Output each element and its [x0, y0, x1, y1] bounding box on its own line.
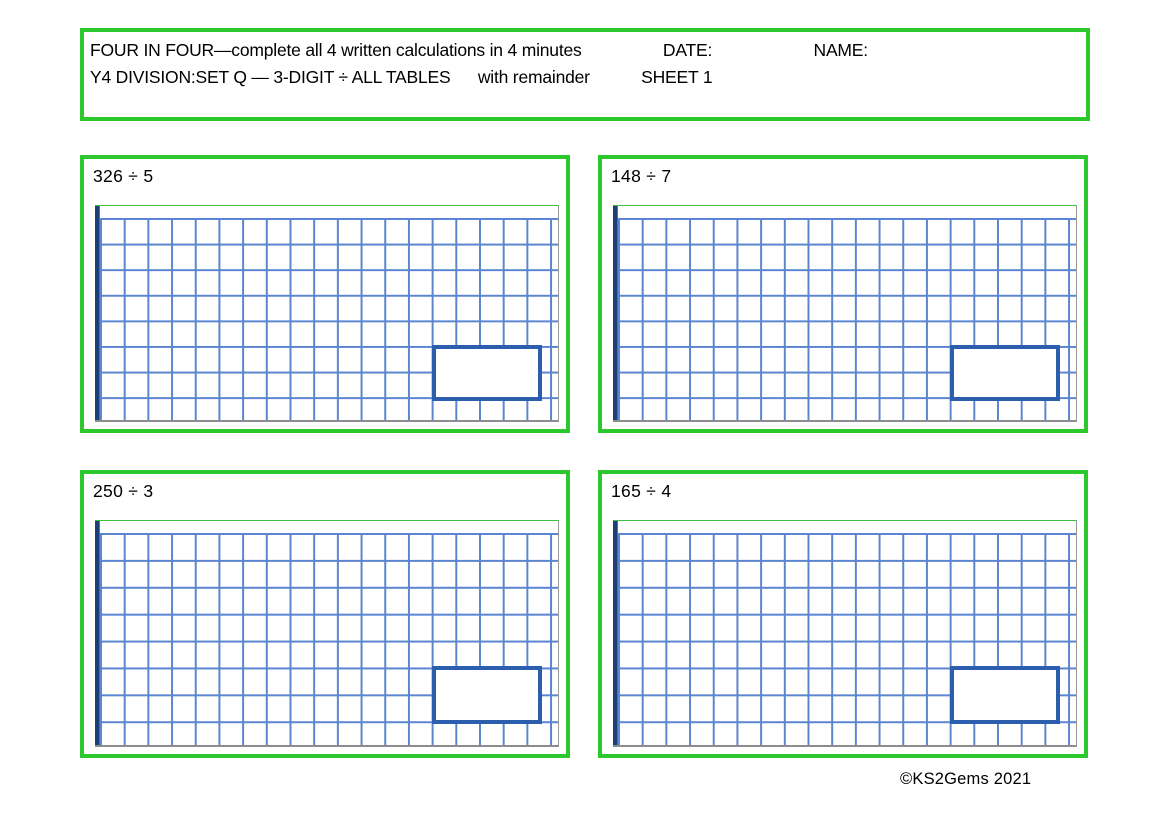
question-label-2: 148 ÷ 7 — [611, 166, 672, 186]
question-panel-2: 148 ÷ 7 — [598, 155, 1088, 433]
working-grid-2[interactable] — [613, 205, 1077, 422]
question-label-3: 250 ÷ 3 — [93, 481, 154, 501]
subject-label: Y4 DIVISION:SET Q — 3-DIGIT ÷ ALL TABLES — [90, 67, 451, 87]
grid-left-rail — [613, 206, 618, 420]
answer-box-3[interactable] — [432, 666, 542, 724]
worksheet-title: FOUR IN FOUR—complete all 4 written calc… — [90, 40, 582, 60]
working-grid-3[interactable] — [95, 520, 559, 747]
answer-box-1[interactable] — [432, 345, 542, 401]
header-banner: FOUR IN FOUR—complete all 4 written calc… — [80, 28, 1090, 121]
question-panel-1: 326 ÷ 5 — [80, 155, 570, 433]
grid-left-rail — [613, 521, 618, 745]
working-grid-1[interactable] — [95, 205, 559, 422]
sheet-number-label: SHEET 1 — [641, 67, 713, 87]
question-panel-4: 165 ÷ 4 — [598, 470, 1088, 758]
date-label: DATE: — [662, 40, 713, 60]
working-grid-4[interactable] — [613, 520, 1077, 747]
question-label-1: 326 ÷ 5 — [93, 166, 154, 186]
remainder-note: with remainder — [477, 67, 590, 87]
header-line-title: FOUR IN FOUR—complete all 4 written calc… — [90, 40, 868, 61]
name-label: NAME: — [813, 40, 869, 60]
answer-box-4[interactable] — [950, 666, 1060, 724]
grid-left-rail — [95, 206, 100, 420]
copyright-notice: ©KS2Gems 2021 — [900, 770, 1032, 788]
header-line-subject: Y4 DIVISION:SET Q — 3-DIGIT ÷ ALL TABLES… — [90, 67, 713, 88]
answer-box-2[interactable] — [950, 345, 1060, 401]
question-panel-3: 250 ÷ 3 — [80, 470, 570, 758]
grid-left-rail — [95, 521, 100, 745]
question-label-4: 165 ÷ 4 — [611, 481, 672, 501]
